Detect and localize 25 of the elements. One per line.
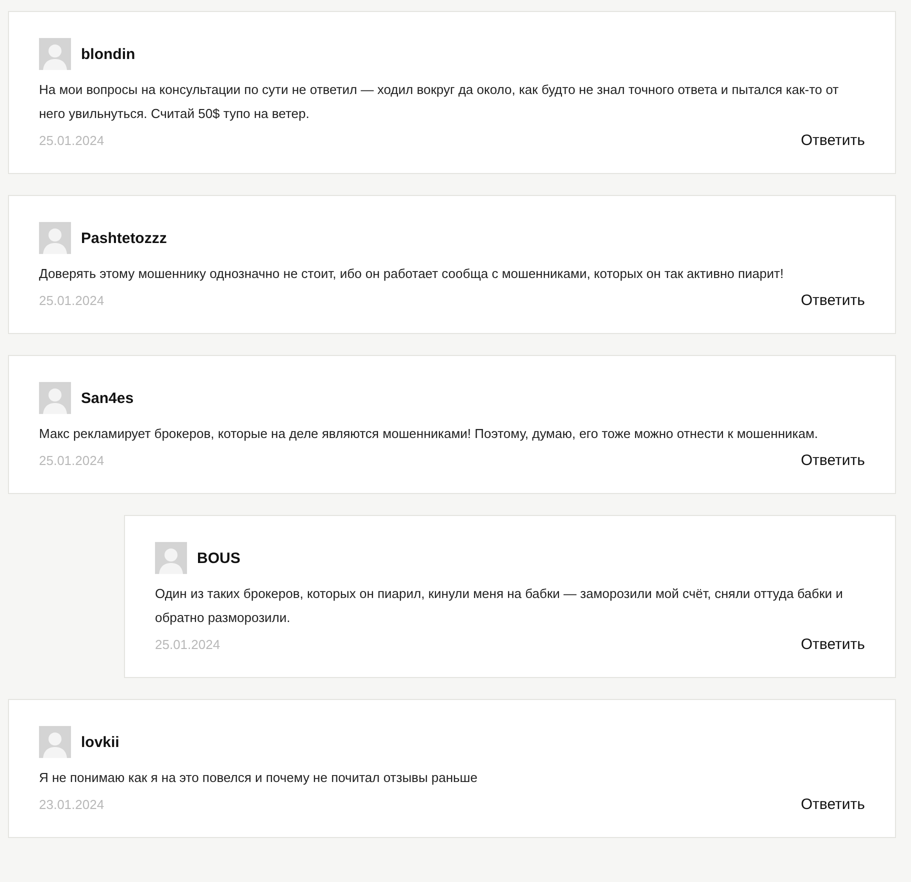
reply-link[interactable]: Ответить xyxy=(800,452,865,469)
reply-link[interactable]: Ответить xyxy=(800,292,865,309)
comment-date: 23.01.2024 xyxy=(39,797,104,812)
avatar-icon xyxy=(155,542,187,574)
comment-date: 25.01.2024 xyxy=(39,453,104,468)
reply-link[interactable]: Ответить xyxy=(800,132,865,149)
comment-date: 25.01.2024 xyxy=(39,133,104,148)
comment-text: Один из таких брокеров, которых он пиарил, кинули меня на бабки — заморозили мой счёт, сняли оттуда бабки и обратно разморозили. xyxy=(155,585,844,627)
author-name: Pashtetozzz xyxy=(81,230,167,246)
comment-date: 25.01.2024 xyxy=(155,637,220,652)
author-name: lovkii xyxy=(81,734,120,750)
reply-link[interactable]: Ответить xyxy=(800,796,865,813)
comment-date: 25.01.2024 xyxy=(39,293,104,308)
comment-text: Доверять этому мошеннику однозначно не стоит, ибо он работает сообща с мошенниками, которых он так активно пиарит! xyxy=(39,265,785,283)
avatar-icon xyxy=(39,382,71,414)
avatar-icon xyxy=(39,726,71,758)
author-name: San4es xyxy=(81,390,134,406)
comment-text: Я не понимаю как я на это повелся и почему не почитал отзывы раньше xyxy=(39,769,478,787)
comment-text: Макс рекламирует брокеров, которые на деле являются мошенниками! Поэтому, думаю, его тоже можно отнести к мошенникам. xyxy=(39,425,820,443)
author-name: blondin xyxy=(81,46,136,62)
reply-link[interactable]: Ответить xyxy=(800,636,865,653)
avatar-icon xyxy=(39,222,71,254)
author-name: BOUS xyxy=(197,550,240,566)
avatar-icon xyxy=(39,38,71,70)
comment-text: На мои вопросы на консультации по сути не ответил — ходил вокруг да около, как будто не знал точного ответа и пытался как-то от него увильнуться. Считай 50$ тупо на ветер. xyxy=(39,81,840,123)
